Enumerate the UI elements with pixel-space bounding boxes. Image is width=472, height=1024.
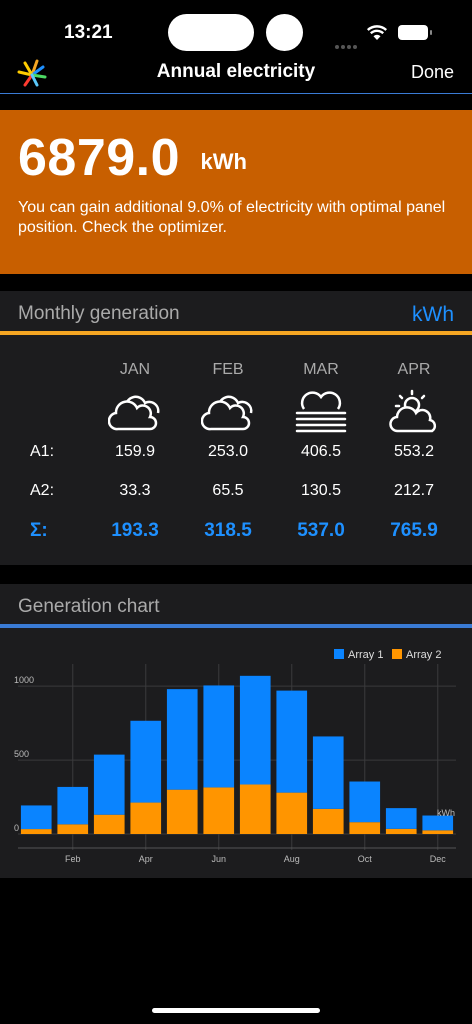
bar-array-2 bbox=[239, 784, 271, 834]
cell-a2: 130.5 bbox=[300, 482, 342, 499]
bar-array-1 bbox=[57, 786, 89, 825]
cloudy-icon bbox=[201, 395, 253, 431]
x-tick-label: Feb bbox=[65, 854, 81, 864]
legend-swatch bbox=[392, 649, 402, 659]
bar-array-1 bbox=[349, 781, 381, 823]
y-tick-label: 500 bbox=[14, 749, 29, 759]
home-indicator[interactable] bbox=[152, 1008, 320, 1013]
bar-array-2 bbox=[203, 787, 235, 834]
battery-icon bbox=[398, 25, 432, 40]
cell-a2: 212.7 bbox=[393, 482, 435, 499]
bar-array-1 bbox=[166, 689, 198, 790]
cell-sum: 537.0 bbox=[297, 520, 345, 541]
dynamic-island-pill bbox=[168, 14, 254, 51]
legend-swatch bbox=[334, 649, 344, 659]
page-title: Annual electricity bbox=[156, 61, 316, 82]
row-label-a2: A2: bbox=[30, 482, 55, 499]
annual-total-panel: 6879.0 kWh You can gain additional 9.0% … bbox=[0, 110, 472, 274]
dynamic-island-dot bbox=[266, 14, 303, 51]
cell-sum: 765.9 bbox=[390, 520, 438, 541]
cell-a2: 65.5 bbox=[212, 482, 244, 499]
monthly-generation-section: Monthly generation kWh JAN FEB MAR APR A… bbox=[0, 291, 472, 565]
bar-array-2 bbox=[276, 792, 308, 834]
month-name: MAR bbox=[303, 361, 339, 378]
section-title: Generation chart bbox=[18, 596, 160, 617]
x-tick-label: Jun bbox=[211, 854, 226, 864]
generation-chart-section: Generation chart 0 500 1000 Feb Apr Jun Aug Oct… bbox=[0, 584, 472, 878]
chart-unit-label: kWh bbox=[437, 808, 455, 818]
row-label-a1: A1: bbox=[30, 443, 55, 460]
bar-array-2 bbox=[93, 814, 125, 834]
bar-array-1 bbox=[130, 720, 162, 803]
bar-array-2 bbox=[20, 829, 52, 834]
optimizer-hint-link[interactable]: You can gain additional 9.0% of electric… bbox=[18, 198, 448, 238]
x-tick-label: Oct bbox=[358, 854, 373, 864]
section-title: Monthly generation bbox=[18, 303, 180, 324]
generation-chart[interactable]: 0 500 1000 Feb Apr Jun Aug Oct Dec kWh Array 1 Arra… bbox=[0, 636, 472, 872]
month-name: FEB bbox=[212, 361, 244, 378]
bar-array-2 bbox=[166, 789, 198, 834]
bar-array-2 bbox=[57, 824, 89, 834]
fog-icon bbox=[295, 391, 347, 433]
monthly-generation-header: Monthly generation kWh bbox=[0, 291, 472, 335]
annual-total-value: 6879.0 bbox=[18, 129, 181, 187]
partly-cloudy-icon bbox=[389, 389, 437, 433]
cell-sum: 318.5 bbox=[204, 520, 252, 541]
bar-array-2 bbox=[349, 822, 381, 834]
bar-array-2 bbox=[130, 802, 162, 834]
month-name: APR bbox=[397, 361, 431, 378]
cloudy-icon bbox=[108, 395, 160, 431]
legend-label: Array 2 bbox=[406, 649, 441, 661]
done-button[interactable]: Done bbox=[411, 62, 454, 83]
unit-toggle-button[interactable]: kWh bbox=[412, 303, 454, 327]
row-label-sum: Σ: bbox=[30, 520, 48, 541]
bar-array-1 bbox=[312, 736, 344, 809]
wifi-icon bbox=[366, 25, 388, 40]
x-tick-label: Dec bbox=[430, 854, 447, 864]
bar-array-1 bbox=[203, 685, 235, 788]
bar-array-1 bbox=[93, 754, 125, 815]
cell-sum: 193.3 bbox=[111, 520, 159, 541]
annual-total-unit: kWh bbox=[200, 149, 247, 174]
cell-a1: 553.2 bbox=[393, 443, 435, 460]
x-tick-label: Aug bbox=[284, 854, 300, 864]
bar-array-1 bbox=[239, 675, 271, 785]
cell-a1: 406.5 bbox=[300, 443, 342, 460]
month-name: JAN bbox=[119, 361, 151, 378]
generation-chart-header: Generation chart bbox=[0, 584, 472, 628]
legend-label: Array 1 bbox=[348, 649, 383, 661]
navigation-bar: Annual electricity Done bbox=[0, 52, 472, 94]
bar-array-2 bbox=[422, 830, 454, 834]
cell-a2: 33.3 bbox=[119, 482, 151, 499]
bar-array-2 bbox=[385, 828, 417, 834]
bar-array-1 bbox=[385, 808, 417, 829]
cell-a1: 159.9 bbox=[114, 443, 156, 460]
y-tick-label: 1000 bbox=[14, 675, 34, 685]
status-time: 13:21 bbox=[64, 22, 113, 43]
bar-array-1 bbox=[276, 690, 308, 793]
y-tick-label: 0 bbox=[14, 823, 19, 833]
cell-a1: 253.0 bbox=[207, 443, 249, 460]
bar-array-1 bbox=[20, 805, 52, 830]
x-tick-label: Apr bbox=[139, 854, 153, 864]
bar-array-2 bbox=[312, 808, 344, 834]
